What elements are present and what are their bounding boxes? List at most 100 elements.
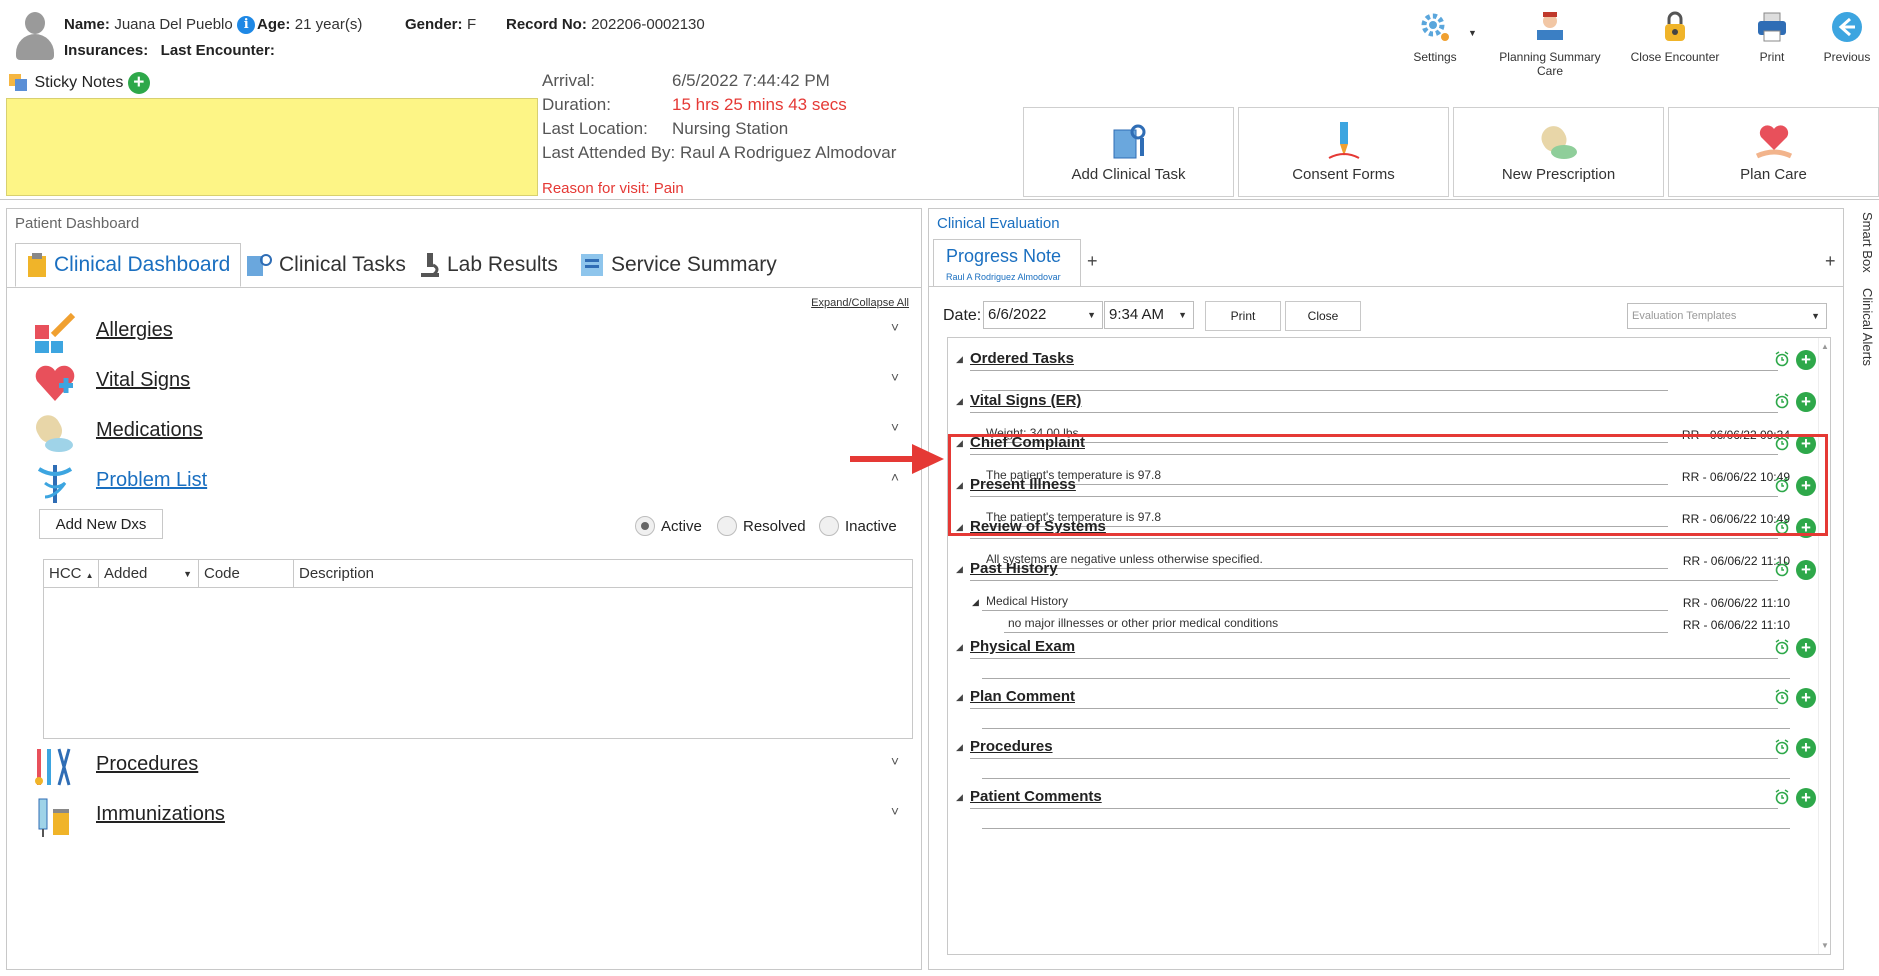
plan-care-button[interactable]: Plan Care — [1668, 107, 1879, 197]
add-new-dxs-button[interactable]: Add New Dxs — [39, 509, 163, 539]
print-button[interactable]: Print — [1750, 10, 1794, 64]
vital-signs-title[interactable]: Vital Signs — [96, 369, 190, 392]
chevron-down-icon[interactable]: ˅ — [891, 419, 899, 435]
add-entry-icon[interactable]: + — [1796, 688, 1816, 708]
location-value: Nursing Station — [672, 119, 789, 138]
medications-title[interactable]: Medications — [96, 419, 203, 442]
planning-summary-care-button[interactable]: Planning Summary Care — [1485, 10, 1615, 78]
side-tab-strip: Smart Box Clinical Alerts — [1858, 212, 1878, 382]
alarm-clock-icon[interactable] — [1774, 351, 1790, 367]
clinical-alerts-tab[interactable]: Clinical Alerts — [1860, 288, 1875, 366]
tab-service-summary[interactable]: Service Summary — [579, 243, 777, 287]
past-history-title[interactable]: Past History — [970, 560, 1058, 577]
ordered-tasks-title[interactable]: Ordered Tasks — [970, 350, 1074, 367]
alarm-clock-icon[interactable] — [1774, 789, 1790, 805]
info-icon[interactable]: i — [237, 16, 256, 34]
column-added[interactable]: Added ▼ — [99, 560, 199, 588]
vital-signs-er-title[interactable]: Vital Signs (ER) — [970, 392, 1081, 409]
physical-exam-title[interactable]: Physical Exam — [970, 638, 1075, 655]
settings-dropdown-icon[interactable]: ▼ — [1468, 28, 1477, 38]
column-hcc[interactable]: HCC ▲ — [44, 560, 99, 588]
close-encounter-button[interactable]: Close Encounter — [1625, 10, 1725, 64]
close-note-button[interactable]: Close — [1285, 301, 1361, 331]
patient-name-row: Name: Juana Del Pueblo i — [64, 16, 256, 34]
procedures-title[interactable]: Procedures — [96, 753, 198, 776]
scroll-down-icon[interactable]: ▼ — [1821, 941, 1829, 950]
procedures-section[interactable]: Procedures ˅ — [25, 743, 905, 787]
previous-label: Previous — [1823, 50, 1871, 64]
add-entry-icon[interactable]: + — [1796, 788, 1816, 808]
scroll-up-icon[interactable]: ▲ — [1821, 342, 1829, 351]
patient-age: 21 year(s) — [294, 16, 363, 33]
alarm-clock-icon[interactable] — [1774, 689, 1790, 705]
medications-section[interactable]: Medications ˅ — [25, 409, 905, 453]
add-entry-icon[interactable]: + — [1796, 392, 1816, 412]
collapse-triangle-icon[interactable]: ◢ — [956, 792, 963, 803]
smart-box-tab[interactable]: Smart Box — [1860, 212, 1875, 273]
column-code[interactable]: Code — [199, 560, 294, 588]
chevron-down-icon[interactable]: ˅ — [891, 803, 899, 819]
planning-doctor-icon — [1533, 10, 1567, 44]
expand-collapse-link[interactable]: Expand/Collapse All — [811, 297, 909, 309]
patient-comments-title[interactable]: Patient Comments — [970, 788, 1102, 805]
add-tab-icon[interactable]: + — [1087, 251, 1098, 272]
collapse-triangle-icon[interactable]: ◢ — [956, 692, 963, 703]
alarm-clock-icon[interactable] — [1774, 393, 1790, 409]
procedures-note-title[interactable]: Procedures — [970, 738, 1053, 755]
diagnosis-grid[interactable]: HCC ▲ Added ▼ Code Description — [43, 559, 913, 739]
tab-clinical-tasks[interactable]: Clinical Tasks — [245, 243, 406, 287]
allergies-section[interactable]: Allergies ˅ — [25, 309, 905, 353]
vital-signs-section[interactable]: Vital Signs ˅ — [25, 359, 905, 403]
filter-inactive-label: Inactive — [845, 517, 897, 535]
add-entry-icon[interactable]: + — [1796, 738, 1816, 758]
problem-list-title[interactable]: Problem List — [96, 469, 207, 492]
evaluation-templates-select[interactable]: Evaluation Templates ▼ — [1627, 303, 1827, 329]
filter-active-radio[interactable]: Active — [635, 516, 702, 536]
collapse-triangle-icon[interactable]: ◢ — [956, 564, 963, 575]
sticky-note-area[interactable] — [6, 98, 538, 196]
time-picker[interactable]: 9:34 AM ▼ — [1104, 301, 1194, 329]
filter-resolved-radio[interactable]: Resolved — [717, 516, 806, 536]
previous-button[interactable]: Previous — [1822, 10, 1872, 64]
add-sticky-note-icon[interactable]: + — [127, 72, 150, 94]
filter-inactive-radio[interactable]: Inactive — [819, 516, 897, 536]
filter-dropdown-icon[interactable]: ▼ — [183, 560, 192, 588]
collapse-triangle-icon[interactable]: ◢ — [972, 597, 979, 608]
immunizations-title[interactable]: Immunizations — [96, 803, 225, 826]
add-entry-icon[interactable]: + — [1796, 350, 1816, 370]
microscope-icon — [421, 253, 439, 277]
immunizations-section[interactable]: Immunizations ˅ — [25, 793, 905, 837]
alarm-clock-icon[interactable] — [1774, 639, 1790, 655]
chevron-down-icon[interactable]: ˅ — [891, 319, 899, 335]
chevron-down-icon[interactable]: ˅ — [891, 753, 899, 769]
clinical-evaluation-caption: Clinical Evaluation — [937, 215, 1060, 232]
column-description[interactable]: Description — [294, 560, 912, 588]
column-description-label: Description — [299, 565, 375, 582]
date-picker[interactable]: 6/6/2022 ▼ — [983, 301, 1103, 329]
collapse-triangle-icon[interactable]: ◢ — [956, 396, 963, 407]
alarm-clock-icon[interactable] — [1774, 561, 1790, 577]
add-entry-icon[interactable]: + — [1796, 638, 1816, 658]
chevron-down-icon[interactable]: ˅ — [891, 369, 899, 385]
plan-comment-title[interactable]: Plan Comment — [970, 688, 1075, 705]
tab-progress-note[interactable]: Progress Note Raul A Rodriguez Almodovar — [933, 239, 1081, 287]
add-entry-icon[interactable]: + — [1796, 560, 1816, 580]
consent-forms-button[interactable]: Consent Forms — [1238, 107, 1449, 197]
new-prescription-button[interactable]: New Prescription — [1453, 107, 1664, 197]
tab-clinical-dashboard[interactable]: Clinical Dashboard — [15, 243, 242, 287]
alarm-clock-icon[interactable] — [1774, 739, 1790, 755]
tab-lab-results[interactable]: Lab Results — [419, 243, 558, 287]
add-clinical-task-button[interactable]: Add Clinical Task — [1023, 107, 1234, 197]
collapse-triangle-icon[interactable]: ◢ — [956, 354, 963, 365]
add-panel-icon[interactable]: + — [1825, 251, 1836, 272]
collapse-triangle-icon[interactable]: ◢ — [956, 742, 963, 753]
settings-button[interactable]: Settings — [1405, 10, 1465, 64]
problem-list-section[interactable]: Problem List ˄ — [25, 459, 905, 503]
print-note-button[interactable]: Print — [1205, 301, 1281, 331]
allergies-title[interactable]: Allergies — [96, 319, 173, 342]
vertical-scrollbar[interactable]: ▲ ▼ — [1818, 338, 1830, 954]
name-label: Name: — [64, 16, 110, 34]
pill-icon — [33, 411, 77, 455]
collapse-triangle-icon[interactable]: ◢ — [956, 642, 963, 653]
progress-note-content[interactable]: ▲ ▼ ◢ Ordered Tasks + ◢ Vital Signs (ER)… — [947, 337, 1831, 955]
